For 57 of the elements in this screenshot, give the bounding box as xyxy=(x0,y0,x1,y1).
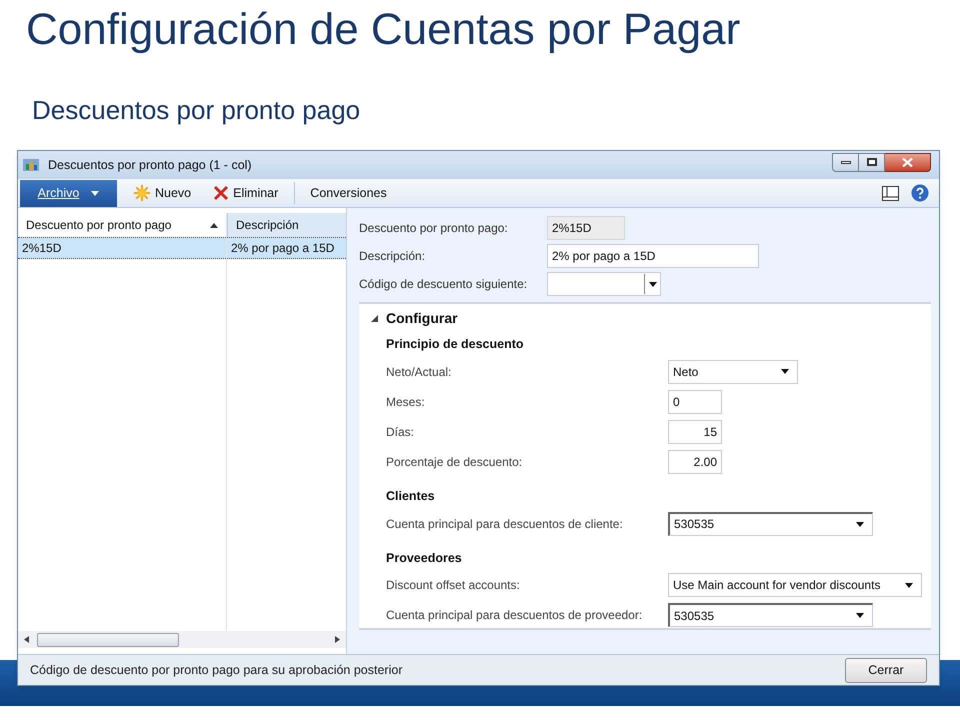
caret-icon xyxy=(781,369,789,374)
caret-icon xyxy=(856,613,864,618)
group-title: Principio de descuento xyxy=(386,336,525,353)
field-label: Discount offset accounts: xyxy=(386,577,521,594)
table-cell[interactable]: 2% por pago a 15D xyxy=(227,237,346,259)
window-title: Descuentos por pronto pago (1 - col) xyxy=(48,156,252,174)
minimize-button[interactable] xyxy=(832,152,859,172)
conversions-button[interactable]: Conversiones xyxy=(294,182,387,204)
sun-icon xyxy=(133,184,151,202)
close-button[interactable] xyxy=(885,152,931,172)
slide-subtitle: Descuentos por pronto pago xyxy=(31,94,362,126)
delete-button[interactable]: Eliminar xyxy=(213,184,278,202)
field-label: Cuenta principal para descuentos de cliente: xyxy=(386,516,624,532)
caret-icon xyxy=(648,282,656,286)
new-button[interactable]: Nuevo xyxy=(133,184,192,202)
pane-icon[interactable] xyxy=(882,186,899,200)
help-icon[interactable] xyxy=(911,184,929,202)
close-icon xyxy=(902,158,913,166)
scroll-thumb[interactable] xyxy=(37,632,179,646)
input-field[interactable]: 2% por pago a 15D xyxy=(547,244,759,268)
dropdown-field[interactable]: Use Main account for vendor discounts xyxy=(668,573,922,598)
field-label: Días: xyxy=(386,424,416,441)
collapse-icon[interactable] xyxy=(371,315,378,322)
scroll-right-icon[interactable] xyxy=(335,636,340,643)
status-text: Código de descuento por pronto pago para su aprobación posterior xyxy=(30,662,402,679)
table-cell[interactable]: 2%15D xyxy=(18,237,226,259)
field-label: Descuento por pronto pago: xyxy=(359,220,509,237)
horizontal-scrollbar[interactable] xyxy=(18,631,346,648)
input-field[interactable]: 2.00 xyxy=(668,450,722,474)
field-label: Código de descuento siguiente: xyxy=(359,276,528,293)
input-field[interactable]: 15 xyxy=(668,420,722,444)
dropdown-field[interactable]: Neto xyxy=(668,360,798,384)
field-label: Cuenta principal para descuentos de proveedor: xyxy=(386,607,644,624)
input-field[interactable]: 0 xyxy=(668,390,722,414)
readonly-field: 2%15D xyxy=(547,216,625,240)
combo-field[interactable] xyxy=(547,272,661,296)
group-title: Proveedores xyxy=(386,550,463,566)
field-label: Neto/Actual: xyxy=(386,364,452,381)
lookup-field[interactable]: 530535 xyxy=(668,512,873,536)
slide-title: Configuración de Cuentas por Pagar xyxy=(25,4,742,56)
group-title: Clientes xyxy=(386,488,436,505)
maximize-button[interactable] xyxy=(859,152,885,172)
field-label: Meses: xyxy=(386,394,426,411)
delete-icon xyxy=(213,185,230,201)
scroll-left-icon[interactable] xyxy=(24,636,29,643)
section-title[interactable]: Configurar xyxy=(386,308,458,329)
caret-icon xyxy=(91,190,100,196)
column-header[interactable]: Descripción xyxy=(227,213,346,237)
lookup-field[interactable]: 530535 xyxy=(668,603,873,628)
field-label: Porcentaje de descuento: xyxy=(386,454,524,471)
sort-icon xyxy=(210,222,218,228)
file-menu-button[interactable]: Archivo xyxy=(20,180,117,206)
app-icon xyxy=(22,157,40,173)
caret-icon xyxy=(905,582,913,588)
close-dialog-button[interactable]: Cerrar xyxy=(845,658,927,682)
field-label: Descripción: xyxy=(359,248,426,265)
caret-icon xyxy=(856,522,864,526)
